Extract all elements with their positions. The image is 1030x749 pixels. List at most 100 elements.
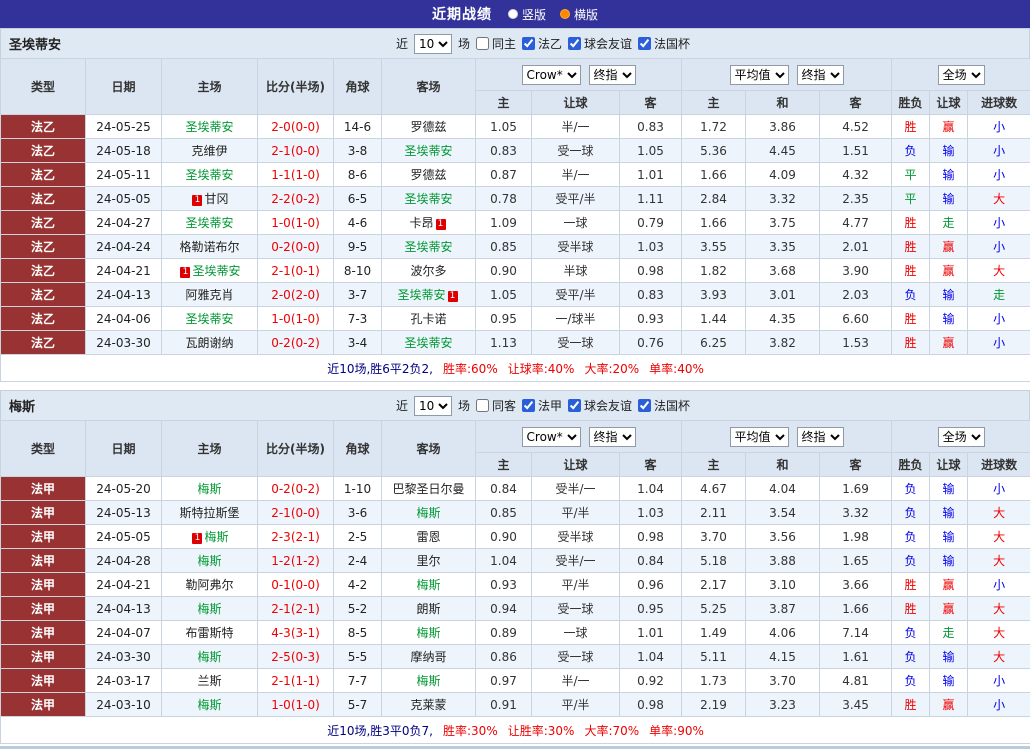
away-team-link[interactable]: 巴黎圣日尔曼 <box>392 482 464 496</box>
away-team-link[interactable]: 梅斯 <box>416 578 440 592</box>
league-tag[interactable]: 法甲 <box>1 693 86 717</box>
home-team-link[interactable]: 梅斯 <box>197 554 221 568</box>
away-team-link[interactable]: 圣埃蒂安 <box>404 192 452 206</box>
checkbox-same-away[interactable]: 同客 <box>476 397 516 414</box>
league-tag[interactable]: 法乙 <box>1 307 86 331</box>
cell-europe-draw-odds: 3.88 <box>746 549 820 573</box>
home-team-link[interactable]: 圣埃蒂安 <box>192 264 240 278</box>
away-team-link[interactable]: 雷恩 <box>416 530 440 544</box>
league-tag[interactable]: 法甲 <box>1 477 86 501</box>
away-team-link[interactable]: 波尔多 <box>410 264 446 278</box>
checkbox-ligue1[interactable]: 法甲 <box>522 397 562 414</box>
home-team-link[interactable]: 圣埃蒂安 <box>185 168 233 182</box>
away-team-link[interactable]: 梅斯 <box>416 626 440 640</box>
away-team-link[interactable]: 梅斯 <box>416 674 440 688</box>
checkbox-ligue2[interactable]: 法乙 <box>522 35 562 52</box>
away-team-link[interactable]: 梅斯 <box>416 506 440 520</box>
ligue2-checkbox[interactable] <box>522 37 535 50</box>
cell-result-goals: 小 <box>968 163 1030 187</box>
scope-select[interactable]: 全场 <box>938 65 985 85</box>
league-tag[interactable]: 法乙 <box>1 115 86 139</box>
home-team-link[interactable]: 瓦朗谢纳 <box>185 336 233 350</box>
league-tag[interactable]: 法甲 <box>1 597 86 621</box>
league-tag[interactable]: 法甲 <box>1 501 86 525</box>
away-team-link[interactable]: 圣埃蒂安 <box>397 288 445 302</box>
away-team-link[interactable]: 朗斯 <box>416 602 440 616</box>
away-team-link[interactable]: 圣埃蒂安 <box>404 336 452 350</box>
asia-stage-select[interactable]: 终指 <box>589 427 636 447</box>
home-team-link[interactable]: 甘冈 <box>204 192 228 206</box>
away-team-link[interactable]: 圣埃蒂安 <box>404 240 452 254</box>
league-tag[interactable]: 法乙 <box>1 283 86 307</box>
league-tag[interactable]: 法乙 <box>1 235 86 259</box>
league-tag[interactable]: 法甲 <box>1 573 86 597</box>
cell-europe-away-odds: 1.65 <box>820 549 892 573</box>
checkbox-club-friendly[interactable]: 球会友谊 <box>568 397 632 414</box>
league-tag[interactable]: 法甲 <box>1 525 86 549</box>
league-tag[interactable]: 法甲 <box>1 549 86 573</box>
checkbox-same-home[interactable]: 同主 <box>476 35 516 52</box>
league-tag[interactable]: 法乙 <box>1 163 86 187</box>
league-tag[interactable]: 法乙 <box>1 139 86 163</box>
club-friendly-checkbox[interactable] <box>568 37 581 50</box>
same-home-checkbox[interactable] <box>476 37 489 50</box>
home-team-link[interactable]: 圣埃蒂安 <box>185 216 233 230</box>
same-away-checkbox[interactable] <box>476 399 489 412</box>
europe-stage-select[interactable]: 终指 <box>797 65 844 85</box>
league-tag[interactable]: 法乙 <box>1 211 86 235</box>
home-team-link[interactable]: 阿雅克肖 <box>185 288 233 302</box>
away-team-link[interactable]: 卡昂 <box>409 216 433 230</box>
away-team-link[interactable]: 里尔 <box>416 554 440 568</box>
cell-corner: 8-5 <box>334 621 382 645</box>
col-header-type: 类型 <box>1 421 86 477</box>
home-team-link[interactable]: 梅斯 <box>197 602 221 616</box>
home-team-link[interactable]: 梅斯 <box>204 530 228 544</box>
cell-score: 1-0(1-0) <box>258 211 334 235</box>
checkbox-coupe-de-france[interactable]: 法国杯 <box>638 35 690 52</box>
home-team-link[interactable]: 梅斯 <box>197 698 221 712</box>
match-count-select[interactable]: 10 <box>414 34 452 54</box>
league-tag[interactable]: 法甲 <box>1 669 86 693</box>
match-count-select[interactable]: 10 <box>414 396 452 416</box>
home-team-link[interactable]: 圣埃蒂安 <box>185 312 233 326</box>
away-team-link[interactable]: 孔卡诺 <box>410 312 446 326</box>
home-team-link[interactable]: 梅斯 <box>197 650 221 664</box>
europe-average-select[interactable]: 平均值 <box>730 65 789 85</box>
coupe-de-france-checkbox[interactable] <box>638 399 651 412</box>
league-tag[interactable]: 法甲 <box>1 645 86 669</box>
coupe-de-france-checkbox[interactable] <box>638 37 651 50</box>
home-team-link[interactable]: 格勒诺布尔 <box>179 240 239 254</box>
bookmaker-select[interactable]: Crow* <box>522 65 581 85</box>
home-team-link[interactable]: 克维伊 <box>191 144 227 158</box>
league-tag[interactable]: 法乙 <box>1 259 86 283</box>
layout-option-active[interactable]: 横版 <box>560 6 598 23</box>
asia-stage-select[interactable]: 终指 <box>589 65 636 85</box>
home-team-link[interactable]: 斯特拉斯堡 <box>179 506 239 520</box>
home-team-link[interactable]: 勒阿弗尔 <box>185 578 233 592</box>
away-team-link[interactable]: 罗德兹 <box>410 120 446 134</box>
away-team-link[interactable]: 圣埃蒂安 <box>404 144 452 158</box>
home-team-link[interactable]: 布雷斯特 <box>185 626 233 640</box>
cell-asia-away-odds: 0.98 <box>620 259 682 283</box>
home-team-link[interactable]: 圣埃蒂安 <box>185 120 233 134</box>
scope-select[interactable]: 全场 <box>938 427 985 447</box>
club-friendly-checkbox[interactable] <box>568 399 581 412</box>
europe-average-select[interactable]: 平均值 <box>730 427 789 447</box>
away-team-link[interactable]: 摩纳哥 <box>410 650 446 664</box>
cell-result-outcome: 胜 <box>892 573 930 597</box>
league-tag[interactable]: 法乙 <box>1 187 86 211</box>
checkbox-coupe-de-france[interactable]: 法国杯 <box>638 397 690 414</box>
away-team-link[interactable]: 克莱蒙 <box>410 698 446 712</box>
home-team-link[interactable]: 梅斯 <box>197 482 221 496</box>
europe-stage-select[interactable]: 终指 <box>797 427 844 447</box>
away-team-link[interactable]: 罗德兹 <box>410 168 446 182</box>
checkbox-club-friendly[interactable]: 球会友谊 <box>568 35 632 52</box>
league-tag[interactable]: 法乙 <box>1 331 86 355</box>
cell-europe-home-odds: 2.19 <box>682 693 746 717</box>
ligue1-checkbox[interactable] <box>522 399 535 412</box>
layout-option-inactive[interactable]: 竖版 <box>508 6 546 23</box>
home-team-link[interactable]: 兰斯 <box>197 674 221 688</box>
league-tag[interactable]: 法甲 <box>1 621 86 645</box>
bookmaker-select[interactable]: Crow* <box>522 427 581 447</box>
cell-result-outcome: 负 <box>892 283 930 307</box>
